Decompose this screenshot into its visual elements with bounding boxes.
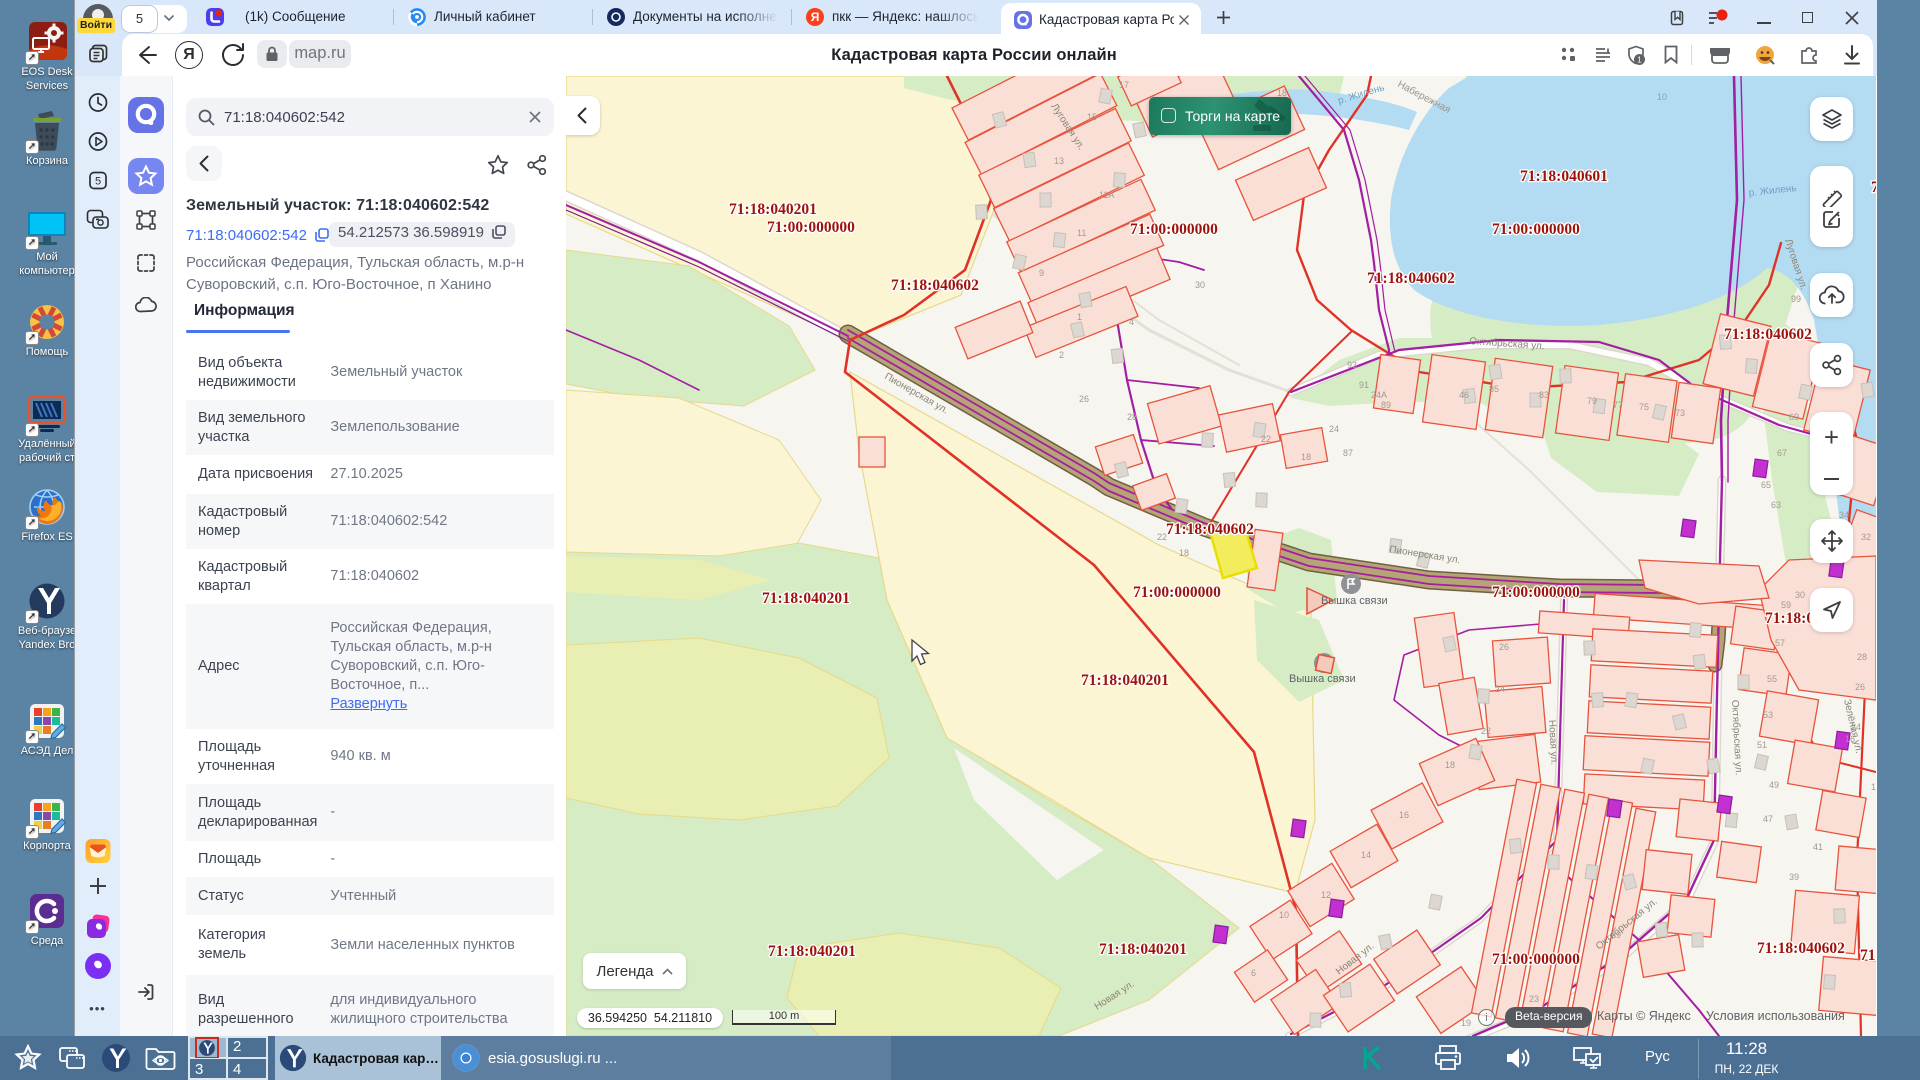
svg-text:11: 11: [1077, 228, 1086, 238]
svg-text:71:18:040602: 71:18:040602: [1757, 940, 1845, 957]
svg-text:26: 26: [1855, 682, 1865, 692]
svg-text:13: 13: [1054, 156, 1064, 166]
svg-text:71:00:000000: 71:00:000000: [1130, 221, 1218, 238]
svg-text:24А: 24А: [1371, 390, 1387, 400]
svg-text:51: 51: [1757, 740, 1767, 750]
svg-text:65: 65: [1761, 480, 1771, 490]
svg-text:16: 16: [1399, 810, 1409, 820]
svg-text:93: 93: [1347, 360, 1357, 370]
svg-text:85: 85: [1489, 384, 1499, 394]
svg-text:12: 12: [1321, 890, 1331, 900]
svg-text:17: 17: [1119, 80, 1129, 90]
svg-text:89: 89: [1381, 400, 1391, 410]
svg-text:Вышка связи: Вышка связи: [1321, 595, 1388, 607]
svg-text:14: 14: [1871, 782, 1876, 792]
svg-text:16: 16: [1845, 734, 1855, 744]
svg-text:79: 79: [1587, 396, 1597, 406]
svg-text:71:18:040201: 71:18:040201: [1099, 941, 1187, 958]
svg-text:67: 67: [1777, 448, 1787, 458]
svg-text:4: 4: [1129, 317, 1134, 327]
svg-text:71:18:040201: 71:18:040201: [762, 590, 850, 607]
svg-text:10: 10: [1657, 92, 1667, 102]
svg-text:73: 73: [1675, 408, 1685, 418]
svg-text:71:0: 71:0: [1871, 179, 1876, 196]
svg-text:71:18:0: 71:18:0: [1765, 610, 1814, 627]
svg-text:71:00:000000: 71:00:000000: [767, 219, 855, 236]
svg-text:26: 26: [1499, 642, 1509, 652]
svg-text:28: 28: [1857, 652, 1867, 662]
svg-text:26: 26: [1079, 394, 1089, 404]
svg-text:83: 83: [1539, 390, 1549, 400]
svg-text:1: 1: [1077, 312, 1082, 322]
svg-text:71:00:000000: 71:00:000000: [1133, 584, 1221, 601]
svg-text:22: 22: [1481, 726, 1491, 736]
svg-text:18: 18: [1445, 760, 1455, 770]
svg-text:Вышка связи: Вышка связи: [1289, 673, 1356, 685]
svg-text:99: 99: [1791, 294, 1801, 304]
svg-text:87: 87: [1343, 448, 1353, 458]
svg-text:91: 91: [1359, 380, 1369, 390]
svg-text:5: 5: [94, 176, 100, 188]
svg-text:9: 9: [1039, 268, 1044, 278]
svg-text:39: 39: [1789, 872, 1799, 882]
svg-text:71:18:040602: 71:18:040602: [1367, 270, 1455, 287]
svg-text:14: 14: [1361, 850, 1371, 860]
svg-text:71:18:040201: 71:18:040201: [1081, 672, 1169, 689]
svg-text:49: 49: [1769, 780, 1779, 790]
svg-text:63: 63: [1771, 500, 1781, 510]
svg-text:24: 24: [1851, 722, 1861, 732]
svg-text:30: 30: [1195, 280, 1205, 290]
svg-text:19: 19: [1461, 1018, 1471, 1028]
svg-text:15: 15: [1087, 112, 1097, 122]
svg-text:10: 10: [1279, 910, 1289, 920]
svg-text:11А: 11А: [1099, 190, 1114, 200]
svg-text:18: 18: [1179, 548, 1189, 558]
svg-text:55: 55: [1767, 674, 1777, 684]
svg-text:59: 59: [1781, 600, 1791, 610]
svg-text:18: 18: [1301, 452, 1311, 462]
svg-text:28: 28: [1127, 412, 1137, 422]
svg-text:71:00:000000: 71:00:000000: [1492, 221, 1580, 238]
svg-text:32: 32: [1861, 532, 1871, 542]
svg-text:75: 75: [1639, 402, 1649, 412]
svg-text:6: 6: [1251, 968, 1256, 978]
svg-text:23: 23: [1529, 994, 1539, 1004]
svg-text:53: 53: [1763, 710, 1773, 720]
svg-text:71:18:040602: 71:18:040602: [1166, 521, 1254, 538]
svg-text:24: 24: [1495, 684, 1505, 694]
svg-text:71:00:000000: 71:00:000000: [1492, 951, 1580, 968]
svg-text:71:18:040602: 71:18:040602: [1724, 326, 1812, 343]
svg-text:57: 57: [1775, 638, 1785, 648]
svg-text:71:18:040201: 71:18:040201: [768, 943, 856, 960]
svg-text:41: 41: [1813, 842, 1823, 852]
svg-text:71:18:040201: 71:18:040201: [729, 201, 817, 218]
svg-text:77: 77: [1613, 400, 1623, 410]
svg-text:71:18:040602: 71:18:040602: [891, 277, 979, 294]
svg-text:47: 47: [1763, 814, 1773, 824]
svg-text:30: 30: [1795, 590, 1805, 600]
svg-text:22: 22: [1261, 434, 1271, 444]
svg-text:1: 1: [1637, 56, 1642, 65]
svg-text:71:18:040601: 71:18:040601: [1520, 168, 1608, 185]
svg-text:24: 24: [1329, 424, 1339, 434]
svg-text:69: 69: [1789, 412, 1799, 422]
svg-text:2: 2: [1059, 350, 1064, 360]
svg-text:71:00:000000: 71:00:000000: [1492, 584, 1580, 601]
svg-text:29: 29: [1611, 930, 1621, 940]
svg-text:46: 46: [1459, 390, 1469, 400]
svg-text:71:0: 71:0: [1860, 947, 1876, 964]
